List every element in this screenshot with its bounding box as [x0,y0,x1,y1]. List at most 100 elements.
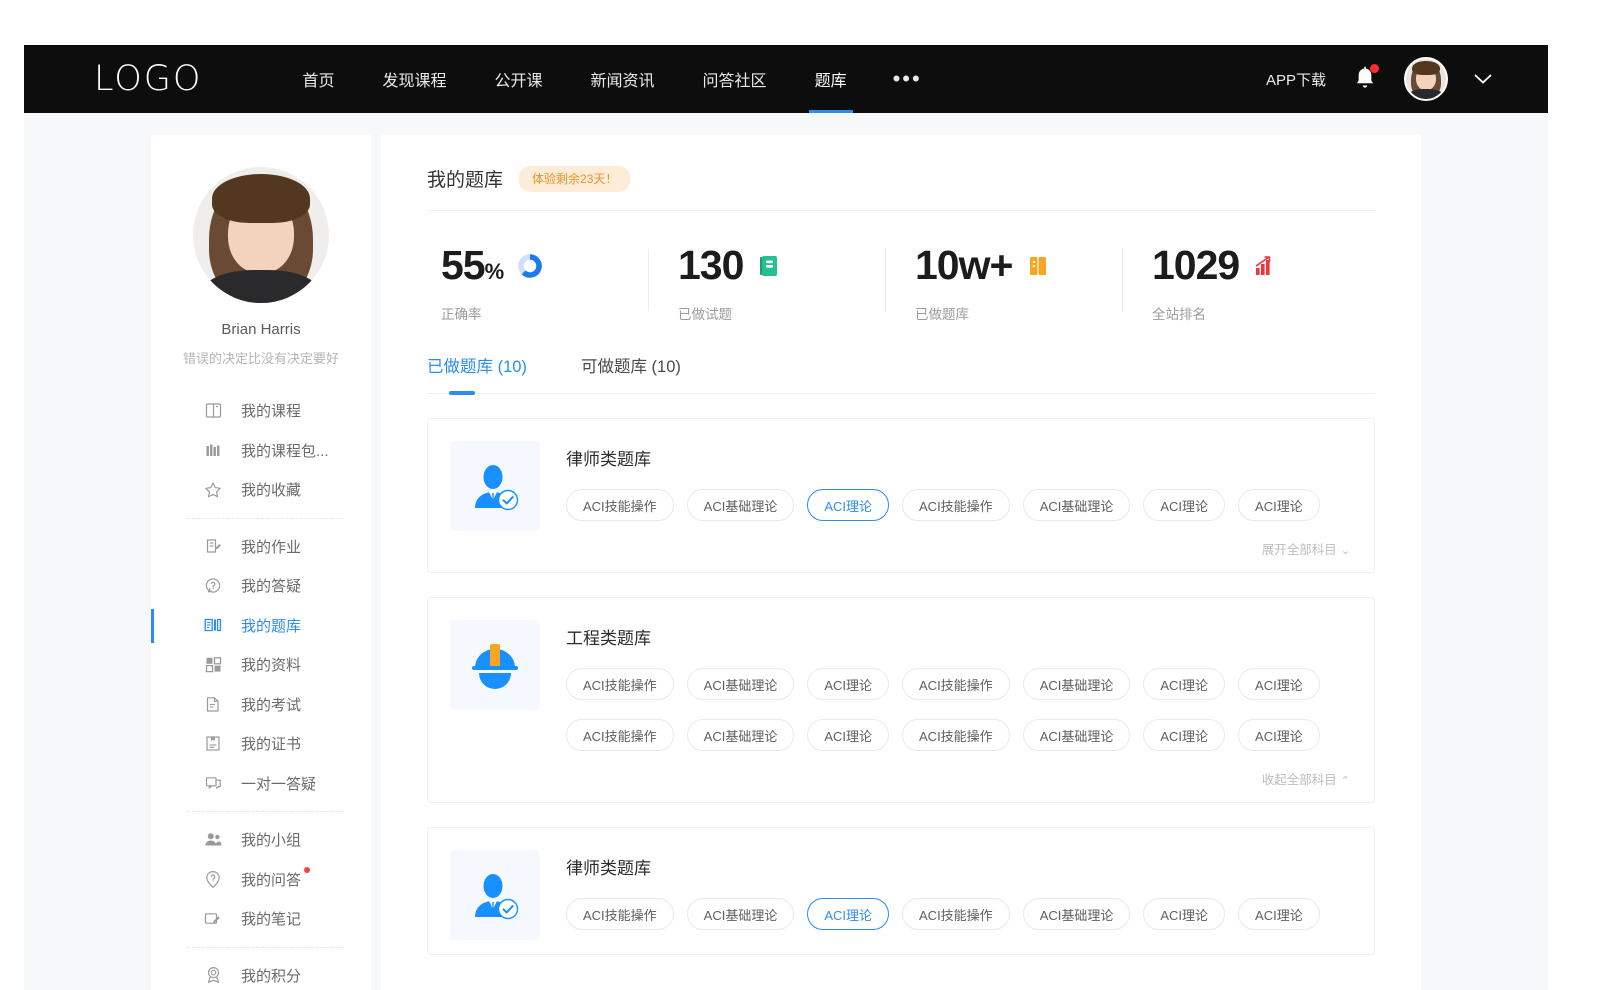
stat-label: 已做试题 [678,303,901,323]
question-bank-card[interactable]: 律师类题库 ACI技能操作 ACI基础理论 ACI理论 ACI技能操作 ACI基… [427,827,1375,955]
subject-tag[interactable]: ACI技能操作 [566,898,674,930]
sidebar-item-label: 我的问答 [241,869,301,890]
collapse-all-subjects-link[interactable]: 收起全部科目⌃ [566,769,1350,788]
sidebar-item-label: 我的积分 [241,965,301,986]
nav-item-question-bank[interactable]: 题库 [791,45,871,113]
subject-tag[interactable]: ACI理论 [807,719,889,751]
tab-done-banks[interactable]: 已做题库 (10) [427,353,527,393]
question-bank-card[interactable]: 律师类题库 ACI技能操作 ACI基础理论 ACI理论 ACI技能操作 ACI基… [427,418,1375,573]
subject-tag[interactable]: ACI理论 [1238,719,1320,751]
subject-tag[interactable]: ACI理论 [1238,668,1320,700]
sidebar-item-my-notes[interactable]: 我的笔记 [151,899,371,939]
stat-value: 55% [441,245,503,286]
app-root: LOGO 首页 发现课程 公开课 新闻资讯 问答社区 题库 ••• APP下载 [0,0,1600,990]
sidebar-item-my-exams[interactable]: 我的考试 [151,685,371,725]
subject-tag[interactable]: ACI理论 [1143,719,1225,751]
chevron-down-icon: ⌄ [1341,545,1350,557]
nav-item-news[interactable]: 新闻资讯 [567,45,679,113]
sidebar-item-my-favorites[interactable]: 我的收藏 [151,470,371,510]
question-bank-card[interactable]: 工程类题库 ACI技能操作 ACI基础理论 ACI理论 ACI技能操作 ACI基… [427,597,1375,803]
site-logo[interactable]: LOGO [94,59,202,99]
note-icon [203,909,223,929]
nav-item-open-class[interactable]: 公开课 [471,45,567,113]
files-icon [203,655,223,675]
subject-tag[interactable]: ACI基础理论 [687,668,795,700]
card-body: 律师类题库 ACI技能操作 ACI基础理论 ACI理论 ACI技能操作 ACI基… [566,441,1350,558]
nav-more-icon[interactable]: ••• [871,45,944,113]
user-name: Brian Harris [163,321,359,338]
app-download-link[interactable]: APP下载 [1266,69,1326,90]
page-content-area: Brian Harris 错误的决定比没有决定要好 我的课程 我的课程包... [24,113,1548,990]
subject-tag[interactable]: ACI理论 [1143,489,1225,521]
card-title: 工程类题库 [566,624,1350,649]
sidebar-item-my-homework[interactable]: 我的作业 [151,527,371,567]
subject-tag[interactable]: ACI理论 [1143,668,1225,700]
subject-tag[interactable]: ACI理论 [1143,898,1225,930]
subject-tag[interactable]: ACI基础理论 [687,898,795,930]
question-circle-icon [203,576,223,596]
subject-tag[interactable]: ACI基础理论 [687,489,795,521]
sidebar-item-my-certificates[interactable]: 我的证书 [151,724,371,764]
subject-tag[interactable]: ACI理论 [807,668,889,700]
exam-icon [203,694,223,714]
sidebar-item-one-on-one-qa[interactable]: 一对一答疑 [151,764,371,804]
nav-item-qa-community[interactable]: 问答社区 [679,45,791,113]
sidebar-item-my-qa[interactable]: 我的答疑 [151,566,371,606]
sidebar-item-my-points[interactable]: 我的积分 [151,956,371,990]
notification-bell-icon[interactable] [1352,65,1378,93]
user-avatar-nav[interactable] [1404,57,1448,101]
sidebar-item-label: 我的小组 [241,829,301,850]
unread-dot-badge [304,867,310,873]
green-book-icon [757,253,783,279]
subject-tag[interactable]: ACI技能操作 [902,898,1010,930]
subject-tag[interactable]: ACI基础理论 [1023,898,1131,930]
bank-tabs: 已做题库 (10) 可做题库 (10) [427,353,1375,394]
subject-tag[interactable]: ACI技能操作 [902,668,1010,700]
tab-available-banks[interactable]: 可做题库 (10) [581,353,681,393]
lawyer-icon [450,441,540,531]
top-navigation-bar: LOGO 首页 发现课程 公开课 新闻资讯 问答社区 题库 ••• APP下载 [24,45,1548,113]
homework-icon [203,536,223,556]
subject-tag[interactable]: ACI基础理论 [1023,489,1131,521]
subject-tag-row: ACI技能操作 ACI基础理论 ACI理论 ACI技能操作 ACI基础理论 AC… [566,898,1350,930]
main-nav-items: 首页 发现课程 公开课 新闻资讯 问答社区 题库 ••• [278,45,943,113]
subject-tag[interactable]: ACI技能操作 [902,489,1010,521]
nav-item-discover-courses[interactable]: 发现课程 [359,45,471,113]
sidebar-item-my-question-bank[interactable]: 我的题库 [151,606,371,646]
user-avatar-large[interactable] [193,167,329,303]
sidebar-divider [187,947,343,948]
subject-tag[interactable]: ACI基础理论 [1023,719,1131,751]
subject-tag[interactable]: ACI理论 [1238,489,1320,521]
sidebar-item-my-materials[interactable]: 我的资料 [151,645,371,685]
sidebar-divider [187,811,343,812]
subject-tag[interactable]: ACI基础理论 [687,719,795,751]
sidebar-item-my-course-packages[interactable]: 我的课程包... [151,431,371,471]
sidebar-item-my-questions[interactable]: 我的问答 [151,860,371,900]
stat-label: 已做题库 [915,303,1138,323]
sidebar-item-my-courses[interactable]: 我的课程 [151,391,371,431]
subject-tag[interactable]: ACI理论 [1238,898,1320,930]
stat-value: 10w+ [915,245,1012,286]
subject-tag[interactable]: ACI技能操作 [902,719,1010,751]
collapse-label: 收起全部科目 [1262,773,1337,787]
chevron-down-icon[interactable] [1474,73,1492,85]
sidebar-item-label: 我的题库 [241,615,301,636]
subject-tag[interactable]: ACI基础理论 [1023,668,1131,700]
orange-book-icon [1026,253,1052,279]
card-body: 律师类题库 ACI技能操作 ACI基础理论 ACI理论 ACI技能操作 ACI基… [566,850,1350,940]
subject-tag[interactable]: ACI技能操作 [566,719,674,751]
nav-item-home[interactable]: 首页 [278,45,358,113]
sidebar-item-label: 我的笔记 [241,908,301,929]
lawyer-icon [450,850,540,940]
main-panel: 我的题库 体验剩余23天！ 55% 正确率 [381,135,1421,990]
subject-tag[interactable]: ACI技能操作 [566,489,674,521]
chat-icon [203,773,223,793]
stat-label: 正确率 [441,303,664,323]
sidebar-item-label: 我的课程包... [241,440,329,461]
subject-tag-selected[interactable]: ACI理论 [807,489,889,521]
expand-all-subjects-link[interactable]: 展开全部科目⌄ [566,539,1350,558]
subject-tag[interactable]: ACI技能操作 [566,668,674,700]
sidebar-item-my-group[interactable]: 我的小组 [151,820,371,860]
subject-tag-selected[interactable]: ACI理论 [807,898,889,930]
stat-label: 全站排名 [1152,303,1375,323]
